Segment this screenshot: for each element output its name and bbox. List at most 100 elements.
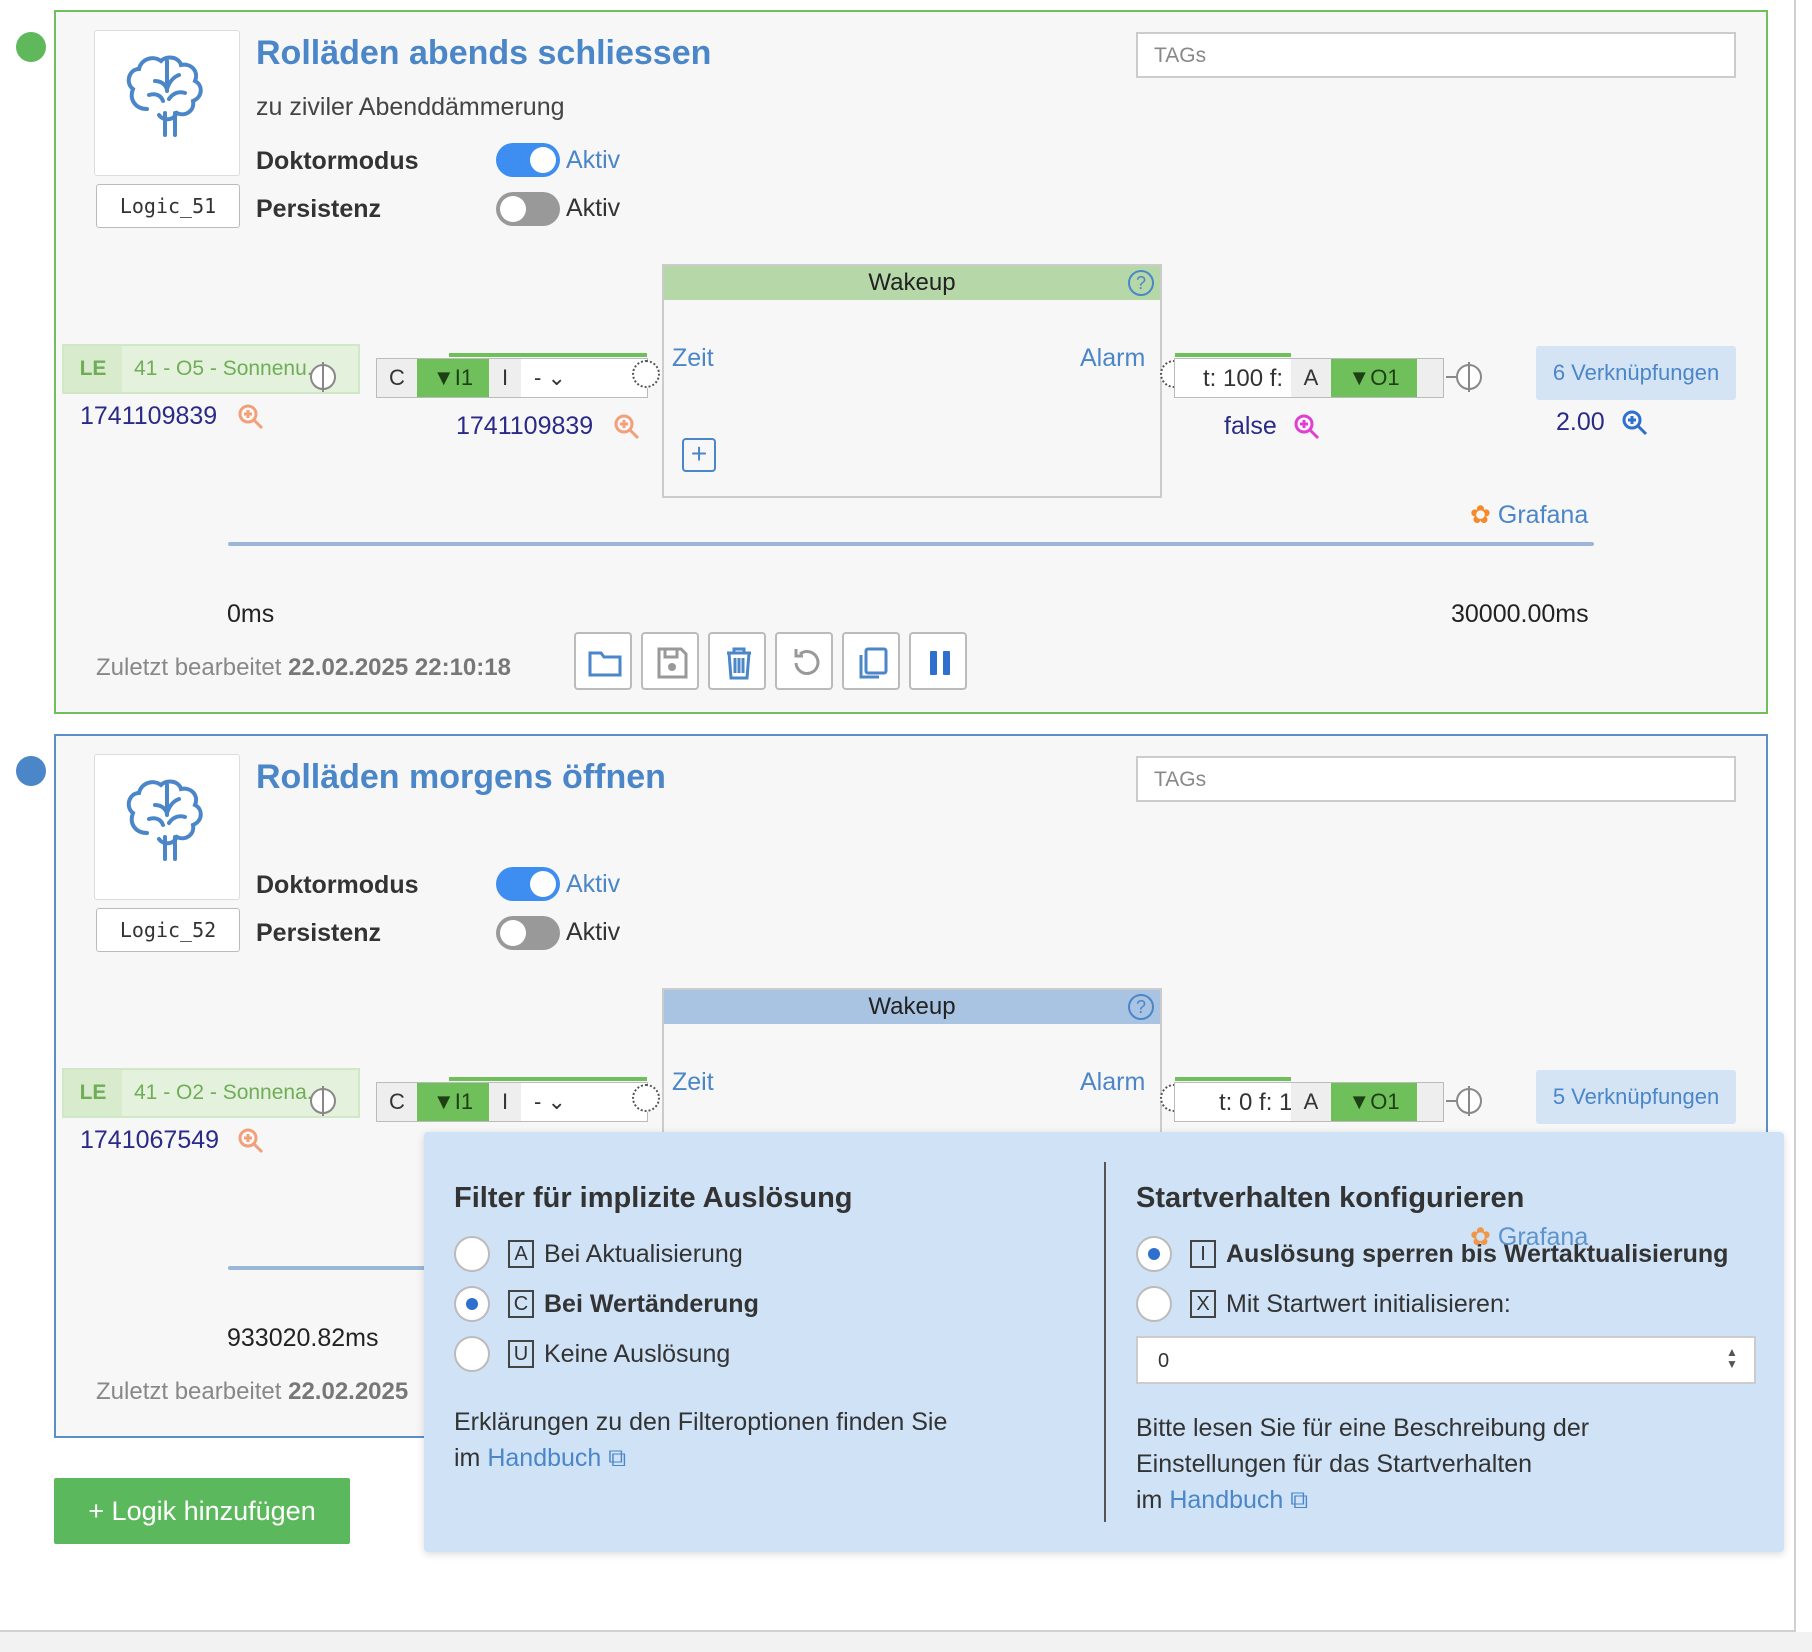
zoom-icon[interactable] [1622, 410, 1648, 436]
zoom-icon[interactable] [238, 1128, 264, 1154]
grafana-link[interactable]: ✿ Grafana [1470, 500, 1588, 530]
start-help-text: Bitte lesen Sie für eine Beschreibung de… [1136, 1414, 1590, 1514]
undo-icon [794, 649, 820, 675]
manual-link[interactable]: Handbuch [487, 1444, 601, 1472]
radio-start-lock[interactable] [1136, 1236, 1172, 1272]
start-value-input[interactable]: 0 ▲ ▼ [1136, 1336, 1756, 1384]
zoom-icon[interactable] [614, 414, 640, 440]
input-source-tag: LE [64, 1070, 122, 1116]
input-port[interactable]: C ▼I1 I - ⌄ [376, 353, 648, 398]
key-i-icon: I [1190, 1240, 1216, 1268]
radio-filter-update[interactable] [454, 1236, 490, 1272]
undo-button[interactable] [775, 632, 833, 690]
external-link-icon: ⧉ [1290, 1486, 1309, 1514]
persistenz-toggle[interactable] [496, 916, 560, 950]
filter-help-text: Erklärungen zu den Filteroptionen finden… [454, 1408, 948, 1472]
output-mode[interactable]: A [1291, 1083, 1331, 1121]
input-filter-mode[interactable]: C [377, 1083, 417, 1121]
last-edited: Zuletzt bearbeitet 22.02.2025 [96, 1378, 409, 1405]
status-dot-active [16, 32, 46, 62]
option-start-init[interactable]: Mit Startwert initialisieren: [1226, 1290, 1511, 1319]
wakeup-node[interactable]: Wakeup? [662, 264, 1162, 498]
output-spacer [1417, 1083, 1443, 1121]
external-link-icon: ⧉ [608, 1444, 627, 1472]
input-name: ▼I1 [417, 1083, 489, 1121]
logic-title[interactable]: Rolläden abends schliessen [256, 34, 711, 73]
timeline-end: 30000.00ms [1451, 600, 1589, 628]
connector-plug-icon[interactable] [300, 362, 344, 392]
save-icon [657, 647, 688, 679]
output-name: ▼O1 [1331, 1083, 1417, 1121]
tags-input[interactable]: TAGs [1136, 756, 1736, 802]
timeline-start: 933020.82ms [227, 1324, 379, 1352]
copy-icon [859, 647, 888, 679]
logic-icon-box [94, 754, 240, 900]
add-logic-button[interactable]: + Logik hinzufügen [54, 1478, 350, 1544]
output-name: ▼O1 [1331, 359, 1417, 397]
persistenz-state: Aktiv [566, 194, 621, 222]
input-filter-mode[interactable]: C [377, 359, 417, 397]
add-input-button[interactable]: + [682, 438, 716, 472]
manual-link[interactable]: Handbuch [1169, 1486, 1283, 1514]
doktormodus-state: Aktiv [566, 870, 621, 898]
logic-subtitle: zu ziviler Abenddämmerung [256, 93, 565, 121]
input-dropdown[interactable]: - ⌄ [525, 1083, 575, 1121]
input-connector-dot[interactable] [632, 360, 660, 388]
connector-plug-icon[interactable] [300, 1086, 344, 1116]
input-value: 1741109839 [456, 412, 594, 440]
zoom-icon[interactable] [238, 404, 264, 430]
output-spacer [1417, 359, 1443, 397]
status-dot-inactive [16, 756, 46, 786]
help-icon[interactable]: ? [1128, 270, 1154, 296]
save-button[interactable] [641, 632, 699, 690]
start-title: Startverhalten konfigurieren [1136, 1182, 1525, 1214]
input-connector-dot[interactable] [632, 1084, 660, 1112]
output-pin-label: Alarm [1080, 1068, 1146, 1096]
doktormodus-state: Aktiv [566, 146, 621, 174]
key-x-icon: X [1190, 1290, 1216, 1318]
output-status: t: 100 f: 1 [1203, 365, 1291, 392]
number-stepper-icon[interactable]: ▲ ▼ [1724, 1346, 1740, 1374]
grafana-link[interactable]: ✿ Grafana [1470, 1222, 1588, 1252]
output-port[interactable]: t: 100 f: 1 A ▼O1 [1174, 353, 1444, 398]
input-pin-label: Zeit [672, 1068, 714, 1096]
input-dropdown[interactable]: - ⌄ [525, 359, 575, 397]
doktormodus-toggle[interactable] [496, 867, 560, 901]
logic-id-label: Logic_51 [96, 184, 240, 228]
zoom-icon[interactable] [1294, 414, 1320, 440]
copy-button[interactable] [842, 632, 900, 690]
node-title: Wakeup [868, 993, 956, 1020]
chevron-down-icon: ⌄ [547, 365, 566, 390]
delete-button[interactable] [708, 632, 766, 690]
option-filter-update[interactable]: Bei Aktualisierung [544, 1240, 743, 1269]
grafana-icon: ✿ [1470, 1223, 1491, 1251]
connector-plug-icon[interactable] [1446, 362, 1490, 392]
window-right-edge [1794, 0, 1796, 1632]
links-button[interactable]: 5 Verknüpfungen [1536, 1070, 1736, 1124]
key-a-icon: A [508, 1240, 534, 1268]
tags-input[interactable]: TAGs [1136, 32, 1736, 78]
option-filter-change[interactable]: Bei Wertänderung [544, 1290, 759, 1319]
output-mode[interactable]: A [1291, 359, 1331, 397]
input-type: I [489, 359, 521, 397]
open-button[interactable] [574, 632, 632, 690]
doktormodus-toggle[interactable] [496, 143, 560, 177]
radio-filter-none[interactable] [454, 1336, 490, 1372]
logic-title[interactable]: Rolläden morgens öffnen [256, 758, 666, 797]
links-button[interactable]: 6 Verknüpfungen [1536, 346, 1736, 400]
input-type: I [489, 1083, 521, 1121]
window-background [0, 1632, 1812, 1652]
option-filter-none[interactable]: Keine Auslösung [544, 1340, 730, 1369]
input-port[interactable]: C ▼I1 I - ⌄ [376, 1077, 648, 1122]
grafana-icon: ✿ [1470, 501, 1491, 529]
radio-filter-change[interactable] [454, 1286, 490, 1322]
connector-plug-icon[interactable] [1446, 1086, 1490, 1116]
help-icon[interactable]: ? [1128, 994, 1154, 1020]
radio-start-init[interactable] [1136, 1286, 1172, 1322]
output-port[interactable]: t: 0 f: 1 A ▼O1 [1174, 1077, 1444, 1122]
persistenz-toggle[interactable] [496, 192, 560, 226]
persistenz-state: Aktiv [566, 918, 621, 946]
output-status: t: 0 f: 1 [1219, 1089, 1291, 1116]
wakeup-node[interactable]: Wakeup? [662, 988, 1162, 1136]
pause-button[interactable] [909, 632, 967, 690]
